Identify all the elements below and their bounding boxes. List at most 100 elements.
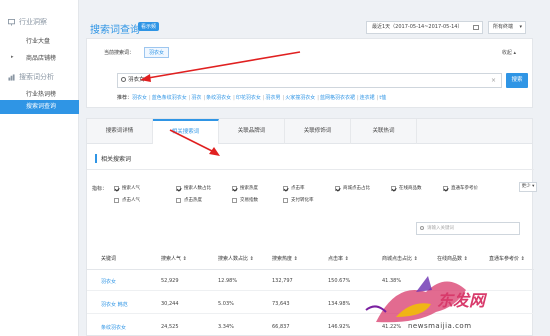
search-icon <box>420 226 424 230</box>
bar-chart-icon <box>8 73 15 81</box>
tab-bar: 搜索词详情 相关搜索词 关联品牌词 关联修饰词 关联热词 <box>86 118 533 144</box>
col-header-ztc-price[interactable]: 直通车参考价 ⇕ <box>489 255 525 262</box>
col-header-search-share[interactable]: 搜索人数占比 ⇕ <box>218 255 254 262</box>
recommend-tag[interactable]: 蓝色条纹羽衣女 <box>152 95 187 101</box>
table-cell: 24,525 <box>161 324 179 330</box>
indicator-trade-index[interactable]: 交易指数 <box>232 197 258 203</box>
col-header-mall-click-share[interactable]: 商城点击占比 ⇕ <box>382 255 418 262</box>
sidebar-item-industry-overview[interactable]: 行业大盘 <box>26 36 50 45</box>
table-cell: 73,643 <box>272 301 290 307</box>
indicator-search-popularity[interactable]: 搜索人气 <box>114 185 140 191</box>
recommendations: 推荐：羽衣女 |蓝色条纹羽衣女 |羽衣 |条纹羽衣女 |印花羽衣女 |羽衣男 |火家撞羽衣女… <box>117 95 387 101</box>
col-header-online-items[interactable]: 在线商品数 ⇕ <box>437 255 468 262</box>
checkbox[interactable] <box>335 185 340 191</box>
table-cell: 132,797 <box>272 278 293 284</box>
expand-arrow-icon[interactable]: ▸ <box>11 54 14 60</box>
checkbox[interactable] <box>176 197 181 203</box>
recommend-tag[interactable]: 印花羽衣女 <box>236 95 261 101</box>
clear-icon[interactable]: × <box>491 74 496 87</box>
current-term-label: 当前搜索词： <box>104 50 135 56</box>
table-row-keyword[interactable]: 羽衣女 韩范 <box>101 301 128 308</box>
table-cell: 52,929 <box>161 278 179 284</box>
checkbox[interactable] <box>176 185 181 191</box>
query-card: 当前搜索词： 羽衣女 收起 ▴ 羽衣女 × 搜索 推荐：羽衣女 |蓝色条纹羽衣女 |… <box>86 38 533 108</box>
current-term-chip[interactable]: 羽衣女 <box>144 47 170 58</box>
calendar-icon <box>473 25 479 30</box>
chart-icon <box>8 18 15 26</box>
tab-modifier-terms[interactable]: 关联修饰词 <box>285 119 351 144</box>
table-cell: 134.98% <box>328 301 351 307</box>
recommend-tag[interactable]: 羽衣 <box>191 95 201 101</box>
recommend-tag[interactable]: 蓝网格羽衣衣裙 <box>320 95 355 101</box>
video-badge[interactable]: 看示频 <box>138 22 160 31</box>
tab-brand-terms[interactable]: 关联品牌词 <box>219 119 285 144</box>
collapse-label: 收起 <box>501 50 512 56</box>
indicator-click-heat[interactable]: 点击热度 <box>176 197 202 203</box>
section-title: 相关搜索词 <box>95 154 131 163</box>
table-row-keyword[interactable]: 羽衣女 <box>101 278 116 285</box>
checkbox[interactable] <box>114 197 119 203</box>
indicator-search-heat[interactable]: 搜索热度 <box>232 185 258 191</box>
watermark-url: newsmaijia.com <box>408 322 472 330</box>
recommend-label: 推荐： <box>117 95 133 101</box>
keyword-placeholder: 请输入关键词 <box>427 226 454 231</box>
more-less-button[interactable]: 更少 ▾ <box>519 182 537 192</box>
table-cell: 5.03% <box>218 301 234 307</box>
search-button[interactable]: 搜索 <box>506 73 528 88</box>
sidebar-section-industry: 行业洞察 <box>8 17 47 27</box>
tab-search-details[interactable]: 搜索词详情 <box>87 119 153 144</box>
recommend-tag[interactable]: 羽衣女 <box>132 95 147 101</box>
search-input-value: 羽衣女 <box>128 77 145 83</box>
collapse-toggle[interactable]: 收起 ▴ <box>502 49 516 56</box>
chevron-up-icon: ▴ <box>513 50 516 56</box>
chevron-down-icon: ▾ <box>519 24 522 30</box>
tab-related-terms[interactable]: 相关搜索词 <box>153 119 219 144</box>
terminal-select[interactable]: 所有终端 ▾ <box>488 21 526 34</box>
sidebar-section-search-analysis: 搜索词分析 <box>8 72 54 82</box>
col-header-search-heat[interactable]: 搜索热度 ⇕ <box>272 255 298 262</box>
indicator-label: 指标： <box>92 186 108 192</box>
indicator-ztc-price[interactable]: 直通车参考价 <box>443 185 478 191</box>
col-header-search-popularity[interactable]: 搜索人气 ⇕ <box>161 255 187 262</box>
keyword-filter-input[interactable]: 请输入关键词 <box>416 222 520 235</box>
date-range-picker[interactable]: 最近1天（2017-05-14~2017-05-14） <box>366 21 483 34</box>
sidebar-item-shop-ranking[interactable]: 商品店铺榜 <box>26 53 56 62</box>
checkbox[interactable] <box>232 197 237 203</box>
checkbox[interactable] <box>283 185 288 191</box>
indicator-online-items[interactable]: 在线商品数 <box>391 185 422 191</box>
table-cell: 150.67% <box>328 278 351 284</box>
date-range-value: 最近1天（2017-05-14~2017-05-14） <box>372 24 463 30</box>
table-cell: 66,837 <box>272 324 290 330</box>
indicator-ctr[interactable]: 点击率 <box>283 185 305 191</box>
recommend-tag[interactable]: 火家撞羽衣女 <box>285 95 315 101</box>
recommend-tag[interactable]: 条纹羽衣女 <box>206 95 231 101</box>
table-cell: 30,244 <box>161 301 179 307</box>
sidebar-item-hot-words[interactable]: 行业热词榜 <box>26 89 56 98</box>
recommend-tag[interactable]: t恤 <box>379 95 386 101</box>
checkbox[interactable] <box>114 185 119 191</box>
page-title: 搜索词查询 <box>90 25 140 36</box>
recommend-tag[interactable]: 羽衣男 <box>266 95 281 101</box>
terminal-value: 所有终端 <box>493 24 514 30</box>
sidebar: 行业洞察 行业大盘 ▸ 商品店铺榜 搜索词分析 行业热词榜 搜索词查询 <box>0 0 79 336</box>
table-cell: 3.34% <box>218 324 234 330</box>
checkbox[interactable] <box>232 185 237 191</box>
recommend-tag[interactable]: 连衣裙 <box>360 95 375 101</box>
col-header-ctr[interactable]: 点击率 ⇕ <box>328 255 349 262</box>
search-icon <box>121 77 126 82</box>
col-header-keyword[interactable]: 关键词 <box>101 255 116 262</box>
indicator-mall-click-share[interactable]: 商城点击占比 <box>335 185 370 191</box>
watermark-title: 东发网 <box>437 291 486 310</box>
search-input[interactable]: 羽衣女 × <box>117 73 502 88</box>
indicator-search-share[interactable]: 搜索人数占比 <box>176 185 211 191</box>
sidebar-item-search-query[interactable]: 搜索词查询 <box>0 100 79 114</box>
table-cell: 146.92% <box>328 324 351 330</box>
table-cell: 12.98% <box>218 278 238 284</box>
checkbox[interactable] <box>391 185 396 191</box>
checkbox[interactable] <box>443 185 448 191</box>
indicator-click-popularity[interactable]: 点击人气 <box>114 197 140 203</box>
table-row-keyword[interactable]: 条纹羽衣女 <box>101 324 126 331</box>
tab-hot-terms[interactable]: 关联热词 <box>351 119 417 144</box>
checkbox[interactable] <box>283 197 288 203</box>
indicator-pay-conversion[interactable]: 支付转化率 <box>283 197 314 203</box>
